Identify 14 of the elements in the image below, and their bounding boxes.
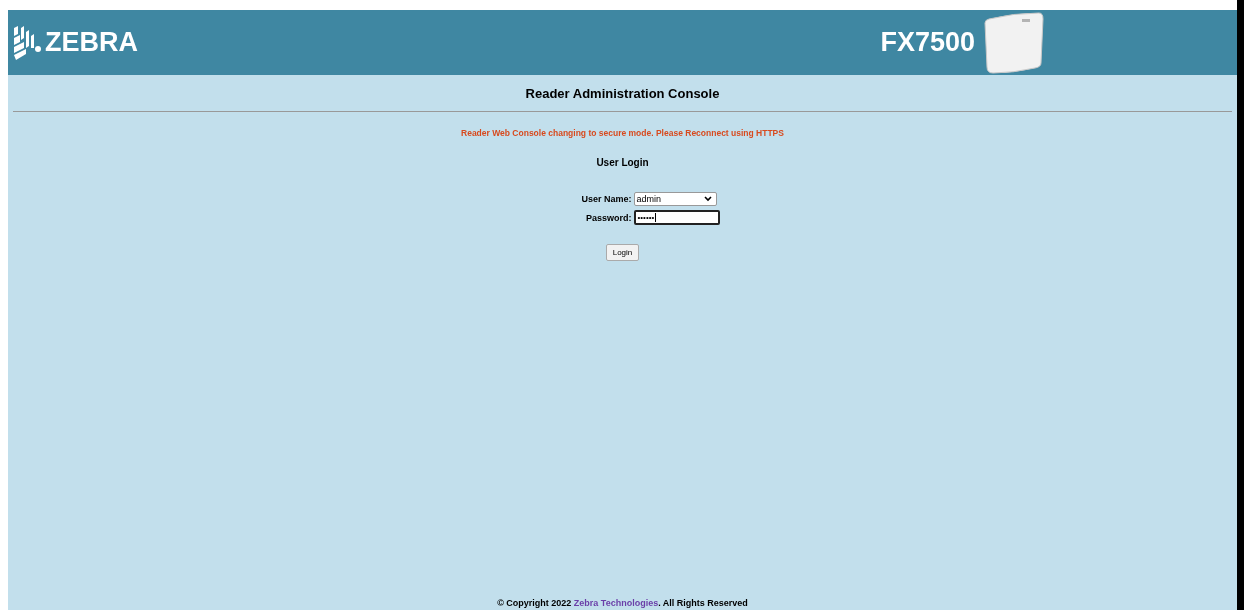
- password-field[interactable]: ••••••: [633, 210, 720, 225]
- page-title: Reader Administration Console: [525, 86, 720, 101]
- login-heading: User Login: [596, 157, 649, 168]
- user-name-label: User Name:: [580, 194, 632, 204]
- copyright-text: © Copyright 2022 Zebra Technologies. All Rights Reserved: [497, 598, 748, 608]
- zebra-stripes-icon: [12, 23, 42, 62]
- model-name: FX7500: [880, 27, 975, 58]
- user-name-select[interactable]: admin: [633, 192, 717, 206]
- password-label: Password:: [585, 212, 632, 223]
- logo-text: ZEBRA: [45, 27, 138, 58]
- chevron-down-icon: [703, 196, 712, 202]
- login-button[interactable]: Login: [605, 244, 640, 261]
- notice-message: Reader Web Console changing to secure mode. Please Reconnect using HTTPS: [461, 128, 784, 138]
- reader-device-icon: [983, 10, 1045, 75]
